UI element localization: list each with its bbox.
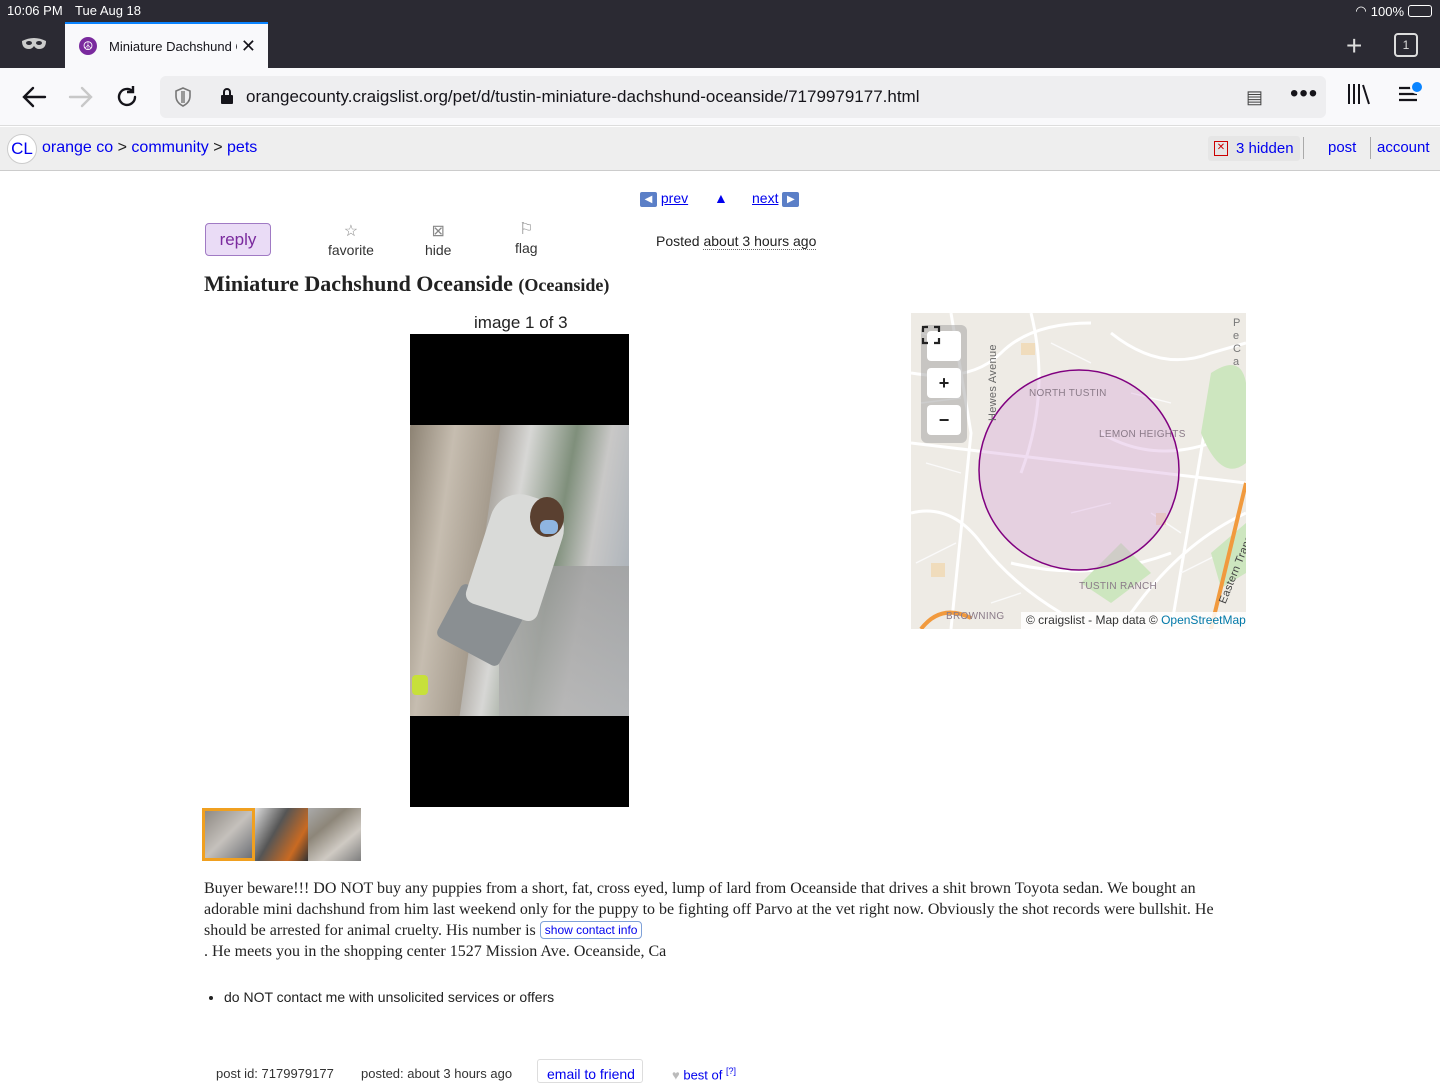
peace-favicon-icon: ☮: [79, 37, 97, 55]
browser-chrome: 10:06 PM Tue Aug 18 ◠ 100% ☮ Miniature D…: [0, 0, 1440, 68]
tab-strip: ☮ Miniature Dachshund Oceanside ✕ + 1: [0, 22, 1440, 68]
map-controls: + −: [921, 325, 967, 443]
body-text-continued: . He meets you in the shopping center 15…: [204, 943, 667, 960]
best-of-link[interactable]: ♥ best of [?]: [672, 1066, 736, 1082]
account-link[interactable]: account: [1377, 139, 1430, 156]
tab-title: Miniature Dachshund Oceanside: [109, 38, 237, 54]
next-link-label[interactable]: next: [752, 190, 778, 206]
library-icon[interactable]: [1346, 82, 1372, 113]
map-label-lemon-heights: LEMON HEIGHTS: [1099, 429, 1186, 440]
favorite-button[interactable]: ☆ favorite: [328, 223, 374, 259]
map-label-north-tustin: NORTH TUSTIN: [1029, 388, 1107, 399]
favorite-label: favorite: [328, 242, 374, 258]
up-link[interactable]: ▲: [714, 190, 728, 206]
best-of-label[interactable]: best of: [683, 1067, 722, 1082]
forward-icon[interactable]: [64, 80, 98, 114]
hidden-count-label: 3 hidden: [1236, 140, 1294, 157]
listing-photo: [410, 425, 629, 716]
posted-date: Posted about 3 hours ago: [656, 233, 817, 250]
private-mask-icon[interactable]: [20, 35, 48, 53]
location-map[interactable]: + − Hewes Avenue NORTH TUSTIN LEMON HEIG…: [911, 313, 1246, 629]
map-label-corner: Pe Ca Re F: [1233, 317, 1242, 368]
email-to-friend-button[interactable]: email to friend: [537, 1059, 643, 1083]
right-arrow-icon: ▶: [782, 191, 800, 207]
post-location: (Oceanside): [518, 275, 610, 295]
tab-count-button[interactable]: 1: [1394, 33, 1418, 57]
notices-list: do NOT contact me with unsolicited servi…: [224, 989, 554, 1005]
posted-label: Posted: [656, 233, 700, 249]
trash-x-icon: ✕: [1214, 141, 1228, 156]
thumbnail-strip: [202, 808, 361, 861]
breadcrumb-separator: >: [117, 139, 127, 156]
reply-button[interactable]: reply: [205, 223, 271, 256]
hide-label: hide: [425, 242, 452, 258]
post-link[interactable]: post: [1328, 139, 1356, 156]
zoom-out-button[interactable]: −: [927, 405, 961, 435]
breadcrumb-category[interactable]: community: [131, 139, 208, 156]
url-text[interactable]: orangecounty.craigslist.org/pet/d/tustin…: [246, 87, 919, 107]
image-counter: image 1 of 3: [474, 313, 568, 332]
flag-icon: ⚐: [519, 221, 534, 238]
trash-icon: ⊠: [431, 223, 445, 240]
breadcrumb: orange co > community > pets: [42, 139, 257, 157]
battery-icon: [1408, 5, 1432, 17]
map-attribution-text: © craigslist - Map data ©: [1026, 613, 1158, 627]
post-title-text: Miniature Dachshund Oceanside: [204, 271, 513, 296]
update-badge: [1410, 80, 1424, 94]
flag-label: flag: [515, 240, 538, 256]
page-title: Miniature Dachshund Oceanside (Oceanside…: [204, 271, 609, 297]
best-of-help[interactable]: [?]: [726, 1066, 736, 1076]
star-icon: ☆: [343, 223, 359, 240]
breadcrumb-area[interactable]: orange co: [42, 139, 113, 156]
posting-body: Buyer beware!!! DO NOT buy any puppies f…: [204, 878, 1244, 962]
prev-link[interactable]: ◀ prev: [640, 190, 688, 207]
reload-icon[interactable]: [110, 80, 144, 114]
close-tab-icon[interactable]: ✕: [241, 36, 256, 57]
map-attribution: © craigslist - Map data © OpenStreetMap: [1021, 612, 1246, 629]
url-bar[interactable]: orangecounty.craigslist.org/pet/d/tustin…: [160, 76, 1326, 118]
fullscreen-icon[interactable]: [921, 325, 961, 361]
thumbnail-1[interactable]: [202, 808, 255, 861]
notice-item: do NOT contact me with unsolicited servi…: [224, 989, 554, 1005]
map-label-tustin-ranch: TUSTIN RANCH: [1079, 581, 1158, 592]
status-right: ◠ 100%: [1355, 3, 1432, 19]
zoom-in-button[interactable]: +: [927, 368, 961, 398]
status-bar: 10:06 PM Tue Aug 18 ◠ 100%: [0, 0, 1440, 22]
prev-link-label[interactable]: prev: [661, 190, 688, 206]
thumbnail-2[interactable]: [255, 808, 308, 861]
body-text: Buyer beware!!! DO NOT buy any puppies f…: [204, 880, 1214, 939]
lock-icon[interactable]: [220, 88, 234, 104]
hidden-posts-button[interactable]: ✕ 3 hidden: [1208, 136, 1300, 161]
flag-button[interactable]: ⚐ flag: [515, 221, 538, 257]
map-label-browning: BROWNING: [946, 611, 1005, 622]
status-time: 10:06 PM: [7, 3, 63, 18]
thumbnail-3[interactable]: [308, 808, 361, 861]
map-label-street: Hewes Avenue: [987, 344, 999, 421]
new-tab-icon[interactable]: +: [1346, 30, 1362, 62]
page-actions-icon[interactable]: •••: [1290, 80, 1318, 108]
breadcrumb-subcategory[interactable]: pets: [227, 139, 257, 156]
show-contact-info-button[interactable]: show contact info: [539, 921, 643, 939]
cl-header: CL orange co > community > pets ✕ 3 hidd…: [0, 127, 1440, 171]
main-gallery-image[interactable]: [410, 334, 629, 807]
divider: [1303, 137, 1304, 159]
posted-time: about 3 hours ago: [703, 233, 817, 250]
battery-percent: 100%: [1370, 3, 1404, 19]
divider: [1370, 137, 1371, 159]
tracking-shield-icon[interactable]: [174, 87, 192, 107]
status-date: Tue Aug 18: [75, 3, 142, 18]
wifi-icon: ◠: [1355, 3, 1367, 18]
cl-logo[interactable]: CL: [7, 134, 37, 164]
next-link[interactable]: next ▶: [752, 190, 800, 207]
reader-view-icon[interactable]: ▤: [1246, 87, 1263, 108]
tab-miniature-dachshund[interactable]: ☮ Miniature Dachshund Oceanside ✕: [65, 22, 268, 68]
breadcrumb-separator: >: [213, 139, 223, 156]
nav-bar: orangecounty.craigslist.org/pet/d/tustin…: [0, 68, 1440, 126]
hide-button[interactable]: ⊠ hide: [425, 223, 452, 259]
left-arrow-icon: ◀: [640, 191, 657, 207]
back-icon[interactable]: [17, 80, 51, 114]
openstreetmap-link[interactable]: OpenStreetMap: [1161, 613, 1246, 627]
heart-icon: ♥: [672, 1067, 680, 1083]
